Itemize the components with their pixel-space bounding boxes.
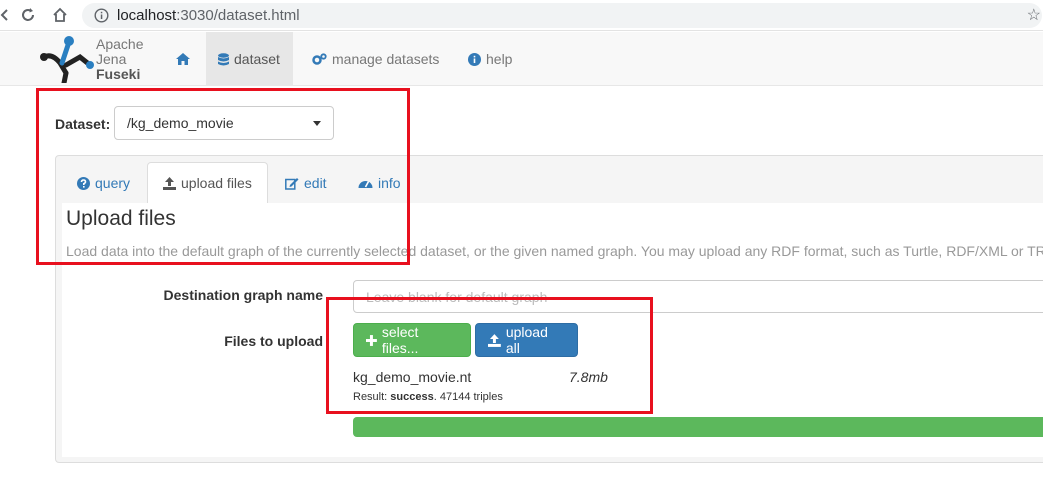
upload-icon: [488, 333, 501, 347]
page-title: Upload files: [66, 207, 176, 230]
bookmark-star-icon[interactable]: ☆: [1027, 5, 1041, 25]
url-text: localhost:3030/dataset.html: [117, 7, 300, 24]
plus-icon: [366, 334, 377, 346]
edit-icon: [285, 177, 299, 190]
navbar: Apache Jena Fuseki dataset manage datase…: [0, 32, 1043, 86]
info-circle-icon: [468, 52, 481, 66]
files-to-upload-label: Files to upload: [224, 333, 323, 349]
uploaded-file-name: kg_demo_movie.nt: [353, 369, 472, 385]
tab-edit[interactable]: edit: [270, 162, 342, 204]
cogs-icon: [312, 52, 327, 65]
info-icon: [94, 8, 109, 23]
reload-icon[interactable]: [17, 4, 39, 26]
destination-graph-input[interactable]: [353, 280, 1043, 313]
browser-toolbar: localhost:3030/dataset.html ☆: [0, 0, 1043, 31]
nav-home[interactable]: [164, 32, 207, 86]
upload-result: Result: success. 47144 triples: [353, 391, 503, 403]
dataset-selected-value: /kg_demo_movie: [127, 115, 234, 131]
nav-dataset[interactable]: dataset: [206, 32, 293, 86]
tab-upload-files[interactable]: upload files: [147, 162, 268, 204]
destination-graph-label: Destination graph name: [163, 287, 323, 303]
upload-icon: [163, 176, 176, 190]
question-circle-icon: [77, 176, 90, 190]
upload-all-button[interactable]: upload all: [475, 323, 578, 357]
uploaded-file-size: 7.8mb: [569, 369, 608, 385]
nav-help[interactable]: help: [456, 32, 524, 86]
upload-description: Load data into the default graph of the …: [66, 243, 1043, 259]
upload-progress-fill: [353, 417, 1043, 437]
back-icon[interactable]: [0, 4, 16, 26]
tab-info[interactable]: info: [343, 162, 416, 204]
address-bar[interactable]: localhost:3030/dataset.html: [82, 3, 1042, 28]
select-files-button[interactable]: select files...: [353, 323, 471, 357]
fuseki-logo[interactable]: Apache Jena Fuseki: [38, 35, 158, 83]
dashboard-icon: [358, 181, 373, 188]
home-icon: [176, 53, 190, 65]
database-icon: [218, 52, 229, 65]
upload-progress-bar: [353, 417, 1043, 437]
chevron-down-icon: [313, 120, 321, 126]
nav-manage-datasets[interactable]: manage datasets: [300, 32, 451, 86]
home-browser-icon[interactable]: [49, 4, 71, 26]
dataset-label: Dataset:: [55, 116, 111, 132]
tab-query[interactable]: query: [62, 162, 145, 204]
dataset-select[interactable]: /kg_demo_movie: [114, 106, 334, 140]
